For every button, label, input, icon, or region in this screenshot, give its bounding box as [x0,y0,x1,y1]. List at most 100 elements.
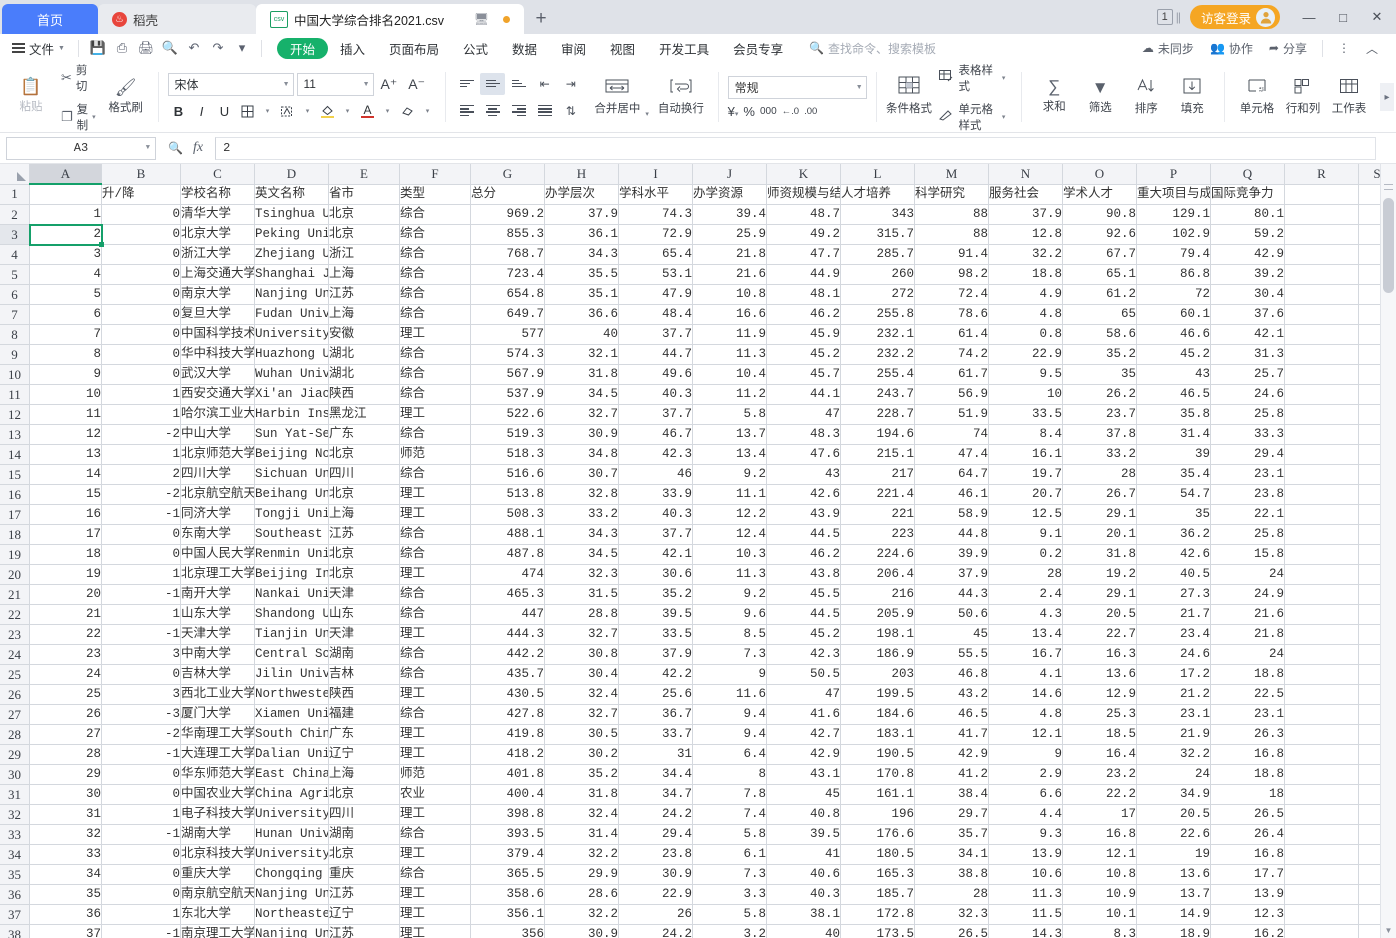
table-row[interactable]: 870中国科学技术大学University of Science and Tec… [0,324,1396,345]
cell-I4[interactable]: 65.4 [618,244,693,265]
more-options-button[interactable]: ⋮ [1330,41,1358,55]
cell-O8[interactable]: 58.6 [1062,324,1137,345]
fill-color-button[interactable] [317,101,339,122]
cell-J18[interactable]: 12.4 [692,524,767,545]
cell-J19[interactable]: 10.3 [692,544,767,565]
cell-G22[interactable]: 447 [470,604,545,625]
cell-L36[interactable]: 185.7 [840,884,915,905]
cell-B23[interactable]: -1 [101,624,181,645]
cell-D12[interactable]: Harbin Institute of Technology [254,404,329,425]
tab-review[interactable]: 审阅 [549,37,598,59]
cell-N33[interactable]: 9.3 [988,824,1063,845]
cell-I10[interactable]: 49.6 [618,364,693,385]
cell-M2[interactable]: 88 [914,204,989,225]
cell-K13[interactable]: 48.3 [766,424,841,445]
cell-D31[interactable]: China Agricultural University [254,784,329,805]
cell-R21[interactable] [1284,584,1359,605]
cell-K37[interactable]: 38.1 [766,904,841,925]
cell-J31[interactable]: 7.8 [692,784,767,805]
column-header-O[interactable]: O [1062,164,1137,185]
cell-F37[interactable]: 理工 [399,904,471,925]
cell-R4[interactable] [1284,244,1359,265]
cell-L14[interactable]: 215.1 [840,444,915,465]
cell-N30[interactable]: 2.9 [988,764,1063,785]
cell-A17[interactable]: 16 [29,504,102,525]
cell-B10[interactable]: 0 [101,364,181,385]
cell-C31[interactable]: 中国农业大学 [180,784,255,805]
cell-M34[interactable]: 34.1 [914,844,989,865]
cell-M15[interactable]: 64.7 [914,464,989,485]
cell-D25[interactable]: Jilin University [254,664,329,685]
tab-page-layout[interactable]: 页面布局 [377,37,451,59]
cell-O29[interactable]: 16.4 [1062,744,1137,765]
row-header-26[interactable]: 26 [0,684,30,705]
cell-B6[interactable]: 0 [101,284,181,305]
cell-L7[interactable]: 255.8 [840,304,915,325]
cell-C18[interactable]: 东南大学 [180,524,255,545]
row-header-8[interactable]: 8 [0,324,30,345]
cell-A32[interactable]: 31 [29,804,102,825]
cell-N18[interactable]: 9.1 [988,524,1063,545]
cell-F13[interactable]: 综合 [399,424,471,445]
cell-R20[interactable] [1284,564,1359,585]
cell-G6[interactable]: 654.8 [470,284,545,305]
table-row[interactable]: 25240吉林大学Jilin University吉林综合435.730.442… [0,664,1396,685]
row-header-33[interactable]: 33 [0,824,30,845]
cell-P31[interactable]: 34.9 [1136,784,1211,805]
cell-R17[interactable] [1284,504,1359,525]
cell-L30[interactable]: 170.8 [840,764,915,785]
cell-Q14[interactable]: 29.4 [1210,444,1285,465]
cell-I20[interactable]: 30.6 [618,564,693,585]
column-header-G[interactable]: G [470,164,545,185]
row-header-35[interactable]: 35 [0,864,30,885]
cell-K24[interactable]: 42.3 [766,644,841,665]
cell-Q12[interactable]: 25.8 [1210,404,1285,425]
cell-G26[interactable]: 430.5 [470,684,545,705]
cell-F3[interactable]: 综合 [399,224,471,245]
cell-L22[interactable]: 205.9 [840,604,915,625]
cell-E11[interactable]: 陕西 [328,384,400,405]
tab-daoke[interactable]: ♨ 稻壳 [98,4,256,34]
cell-P1[interactable]: 重大项目与成果 [1136,184,1211,205]
cell-P19[interactable]: 42.6 [1136,544,1211,565]
cell-J33[interactable]: 5.8 [692,824,767,845]
table-row[interactable]: 2120-1南开大学Nankai University天津综合465.331.5… [0,584,1396,605]
cell-O38[interactable]: 8.3 [1062,924,1137,938]
column-header-H[interactable]: H [544,164,619,185]
cell-I18[interactable]: 37.7 [618,524,693,545]
monitor-icon[interactable]: 🖥 [474,12,489,26]
cell-M19[interactable]: 39.9 [914,544,989,565]
cell-A28[interactable]: 27 [29,724,102,745]
cell-C8[interactable]: 中国科学技术大学 [180,324,255,345]
table-row[interactable]: 37361东北大学Northeastern University辽宁理工356.… [0,904,1396,925]
cell-F27[interactable]: 综合 [399,704,471,725]
cell-I21[interactable]: 35.2 [618,584,693,605]
cell-G36[interactable]: 358.6 [470,884,545,905]
cell-C2[interactable]: 清华大学 [180,204,255,225]
font-effects-dropdown[interactable]: ▾ [300,101,316,122]
cell-K11[interactable]: 44.1 [766,384,841,405]
cell-M29[interactable]: 42.9 [914,744,989,765]
cell-H35[interactable]: 29.9 [544,864,619,885]
cell-R30[interactable] [1284,764,1359,785]
cell-I27[interactable]: 36.7 [618,704,693,725]
cell-K27[interactable]: 41.6 [766,704,841,725]
cell-J27[interactable]: 9.4 [692,704,767,725]
cell-A37[interactable]: 36 [29,904,102,925]
cell-D20[interactable]: Beijing Institute of Technology [254,564,329,585]
font-color-dropdown[interactable]: ▾ [380,101,396,122]
column-header-J[interactable]: J [692,164,767,185]
cell-A29[interactable]: 28 [29,744,102,765]
cell-M37[interactable]: 32.3 [914,904,989,925]
cell-D15[interactable]: Sichuan University [254,464,329,485]
cell-H29[interactable]: 30.2 [544,744,619,765]
cell-B7[interactable]: 0 [101,304,181,325]
cell-P32[interactable]: 20.5 [1136,804,1211,825]
cell-G31[interactable]: 400.4 [470,784,545,805]
cell-A26[interactable]: 25 [29,684,102,705]
cell-C21[interactable]: 南开大学 [180,584,255,605]
cell-I22[interactable]: 39.5 [618,604,693,625]
cell-D13[interactable]: Sun Yat-Sen University [254,424,329,445]
cell-L12[interactable]: 228.7 [840,404,915,425]
cell-A4[interactable]: 3 [29,244,102,265]
